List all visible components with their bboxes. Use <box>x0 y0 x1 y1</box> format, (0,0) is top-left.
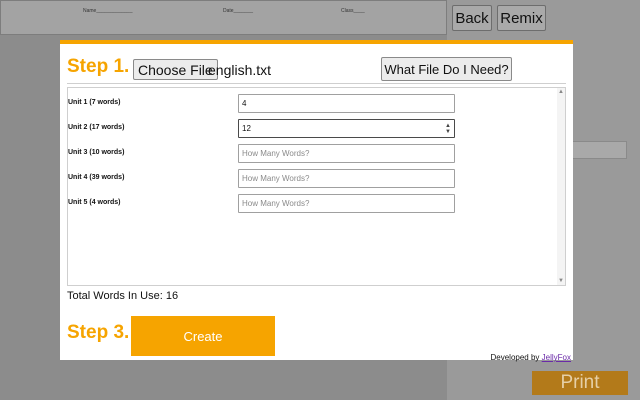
remix-button[interactable]: Remix <box>497 5 546 31</box>
stepper-arrows-icon[interactable]: ▲ ▼ <box>445 123 451 135</box>
worksheet-name-field: Name_____________ <box>83 8 133 14</box>
back-button[interactable]: Back <box>452 5 492 31</box>
unit-count-input[interactable]: How Many Words? <box>238 169 455 188</box>
units-list: Unit 1 (7 words) 4 Unit 2 (17 words) 12 … <box>67 87 566 286</box>
unit-label: Unit 5 (4 words) <box>68 199 121 206</box>
unit-row: Unit 1 (7 words) 4 <box>68 94 558 114</box>
file-help-button[interactable]: What File Do I Need? <box>381 57 512 81</box>
worksheet-date-field: Date_______ <box>223 8 254 14</box>
unit-label: Unit 3 (10 words) <box>68 149 125 156</box>
side-input[interactable] <box>570 141 627 159</box>
unit-label: Unit 1 (7 words) <box>68 99 121 106</box>
unit-label: Unit 2 (17 words) <box>68 124 125 131</box>
worksheet-class-field: Class____ <box>341 8 365 14</box>
developer-link[interactable]: JellyFox <box>542 353 571 362</box>
units-scrollbar[interactable]: ▲ ▼ <box>557 88 565 285</box>
create-button[interactable]: Create <box>131 316 275 356</box>
unit-count-input[interactable]: How Many Words? <box>238 144 455 163</box>
selected-file-name: english.txt <box>208 62 272 78</box>
choose-file-button[interactable]: Choose File <box>133 59 218 80</box>
total-words-text: Total Words In Use: 16 <box>67 290 179 302</box>
unit-row: Unit 4 (39 words) How Many Words? <box>68 169 558 189</box>
scroll-up-icon[interactable]: ▲ <box>558 89 564 95</box>
word-selection-modal: Step 1. Choose File english.txt What Fil… <box>60 40 573 362</box>
step3-heading: Step 3. <box>67 322 130 343</box>
unit-row: Unit 3 (10 words) How Many Words? <box>68 144 558 164</box>
unit-count-value: 12 <box>242 124 251 133</box>
developer-credit: Developed by JellyFox <box>491 353 572 362</box>
unit-label: Unit 4 (39 words) <box>68 174 125 181</box>
step1-heading: Step 1. <box>67 56 130 77</box>
print-button[interactable]: Print <box>532 371 628 395</box>
unit-count-input[interactable]: 12 ▲ ▼ <box>238 119 455 138</box>
scroll-down-icon[interactable]: ▼ <box>558 278 564 284</box>
unit-count-input[interactable]: 4 <box>238 94 455 113</box>
unit-count-input[interactable]: How Many Words? <box>238 194 455 213</box>
step1-divider <box>67 83 566 84</box>
worksheet-header: Name_____________ Date_______ Class____ <box>0 0 447 35</box>
credit-prefix: Developed by <box>490 353 542 362</box>
unit-row: Unit 2 (17 words) 12 ▲ ▼ <box>68 119 558 139</box>
unit-row: Unit 5 (4 words) How Many Words? <box>68 194 558 214</box>
